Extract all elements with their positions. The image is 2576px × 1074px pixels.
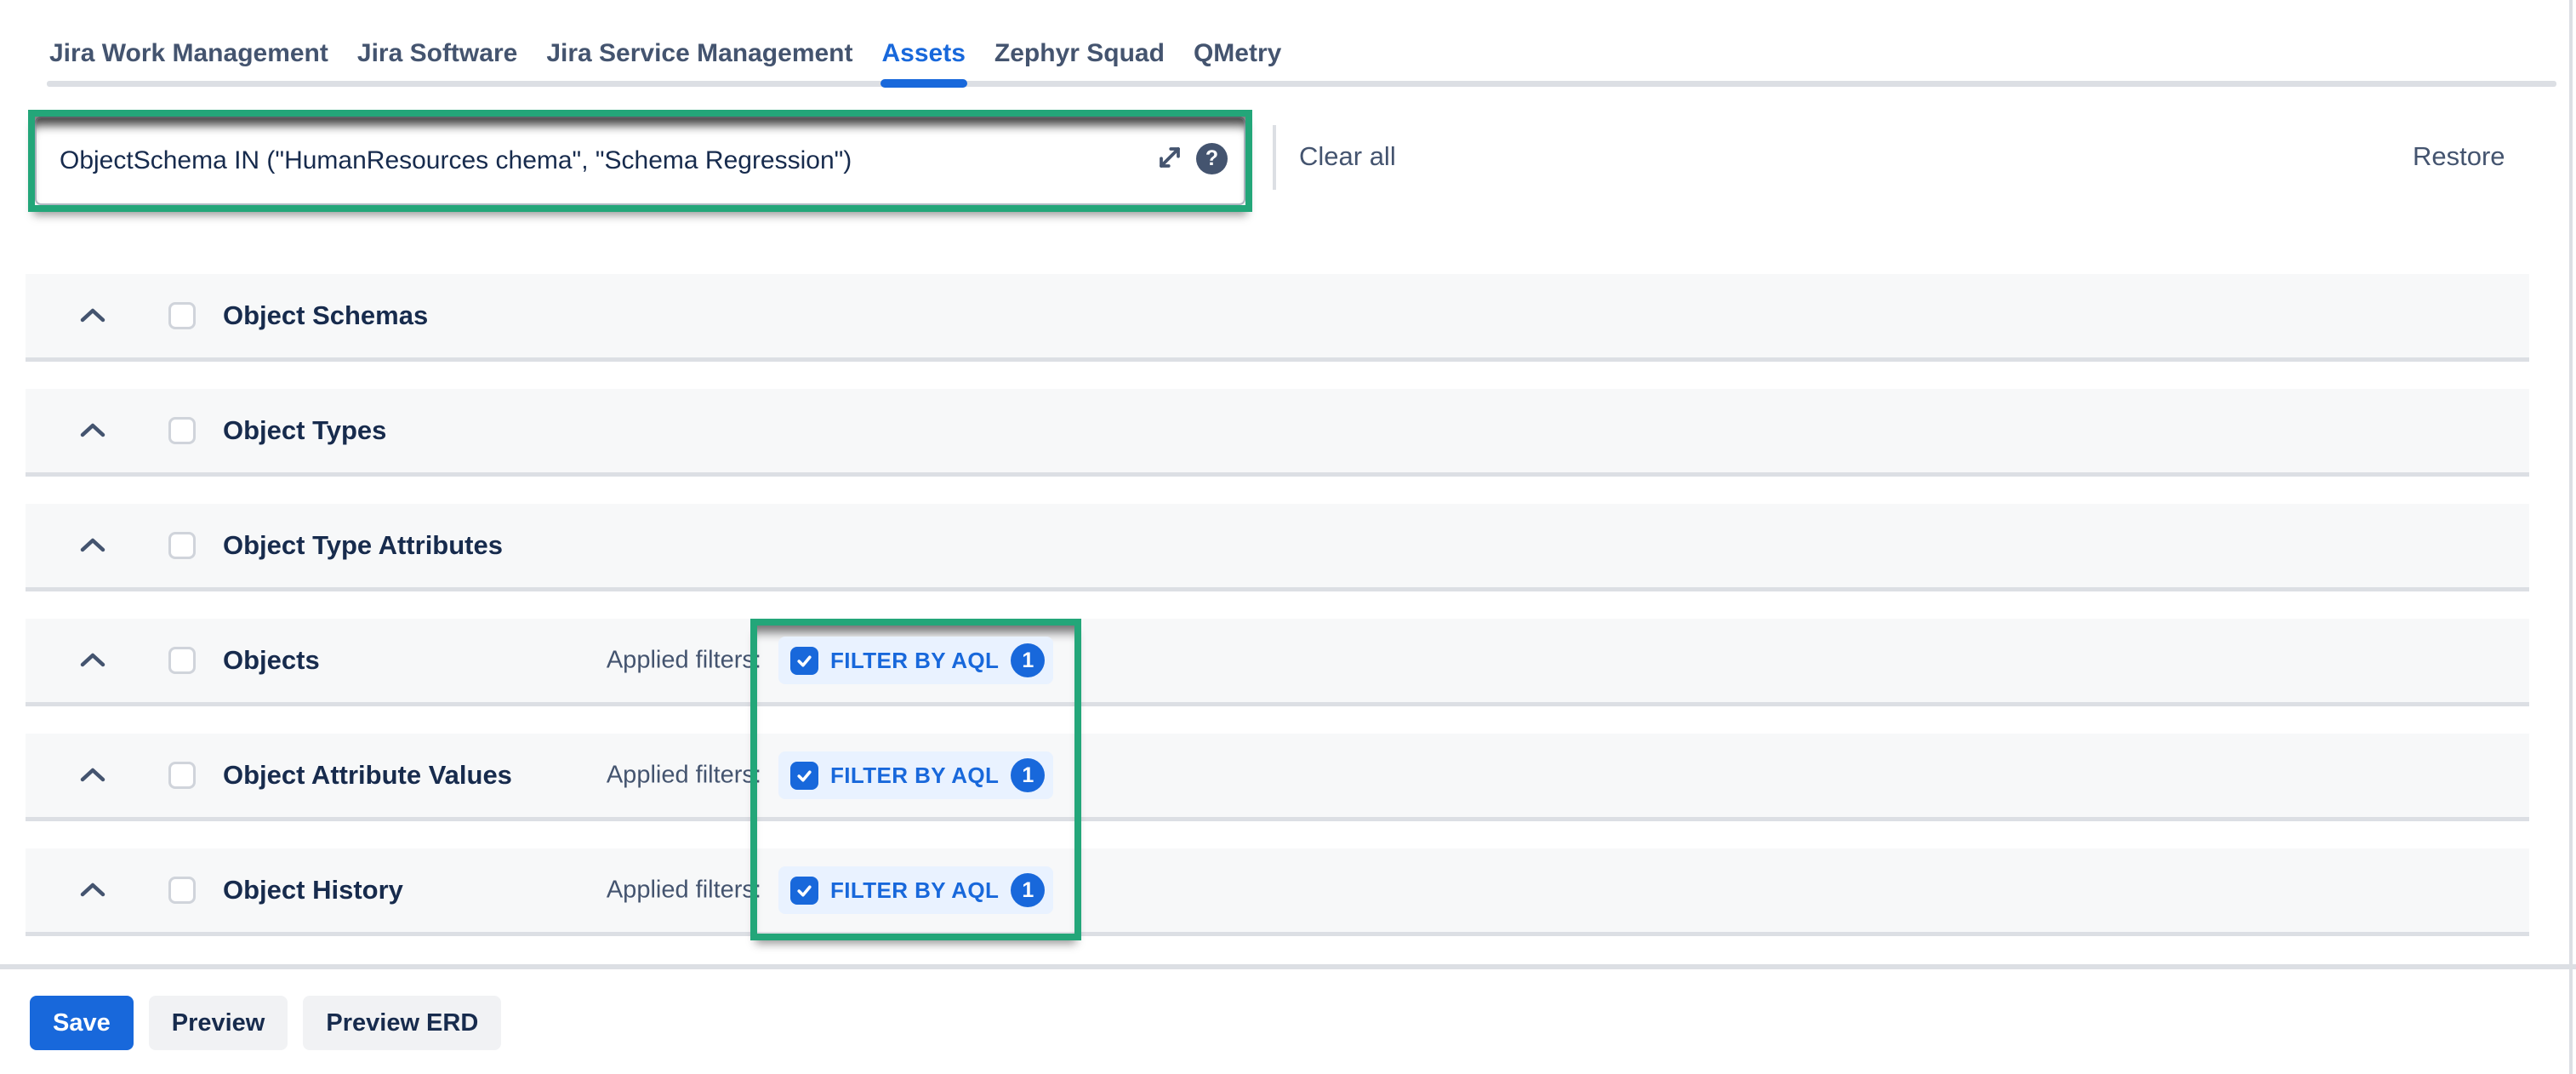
chip-label: FILTER BY AQL xyxy=(830,648,999,674)
expand-icon[interactable] xyxy=(1153,140,1187,174)
section-row-object-type-attributes: Object Type Attributes xyxy=(26,504,2529,591)
checkmark-icon xyxy=(795,882,813,900)
section-label: Object History xyxy=(223,875,403,905)
section-row-object-types: Object Types xyxy=(26,389,2529,477)
section-checkbox[interactable] xyxy=(168,417,196,444)
checkmark-icon xyxy=(795,652,813,670)
footer-divider xyxy=(0,964,2576,969)
section-checkbox[interactable] xyxy=(168,647,196,674)
collapse-chevron-icon[interactable] xyxy=(78,420,107,441)
chip-checked-checkbox[interactable] xyxy=(790,877,818,905)
chip-checked-checkbox[interactable] xyxy=(790,762,818,790)
section-label: Objects xyxy=(223,645,320,676)
restore-link[interactable]: Restore xyxy=(2413,141,2505,172)
chip-label: FILTER BY AQL xyxy=(830,763,999,789)
clear-all-link[interactable]: Clear all xyxy=(1299,141,1396,172)
aql-query-value: ObjectSchema IN ("HumanResources chema",… xyxy=(60,146,852,175)
filter-by-aql-chip[interactable]: FILTER BY AQL 1 xyxy=(778,866,1053,914)
tab-jira-work-management[interactable]: Jira Work Management xyxy=(49,37,328,89)
section-row-object-schemas: Object Schemas xyxy=(26,274,2529,362)
chip-label: FILTER BY AQL xyxy=(830,877,999,904)
section-checkbox[interactable] xyxy=(168,302,196,329)
connector-config-page: Jira Work Management Jira Software Jira … xyxy=(0,0,2576,1074)
applied-filters-label: Applied filters: xyxy=(485,762,761,790)
section-row-object-history: Object History Applied filters: FILTER B… xyxy=(26,848,2529,936)
section-label: Object Type Attributes xyxy=(223,530,503,561)
filter-by-aql-chip[interactable]: FILTER BY AQL 1 xyxy=(778,637,1053,684)
tab-assets[interactable]: Assets xyxy=(882,37,966,89)
preview-erd-button[interactable]: Preview ERD xyxy=(303,996,501,1050)
collapse-chevron-icon[interactable] xyxy=(78,880,107,900)
section-checkbox[interactable] xyxy=(168,532,196,559)
tab-qmetry[interactable]: QMetry xyxy=(1194,37,1281,89)
filter-by-aql-chip[interactable]: FILTER BY AQL 1 xyxy=(778,751,1053,799)
section-row-objects: Objects Applied filters: FILTER BY AQL 1 xyxy=(26,619,2529,706)
product-tab-bar: Jira Work Management Jira Software Jira … xyxy=(49,37,1281,89)
chip-count-badge: 1 xyxy=(1011,873,1045,907)
footer-actions: Save Preview Preview ERD xyxy=(30,996,501,1050)
collapse-chevron-icon[interactable] xyxy=(78,535,107,556)
aql-query-input[interactable]: ObjectSchema IN ("HumanResources chema",… xyxy=(35,117,1245,205)
save-button[interactable]: Save xyxy=(30,996,134,1050)
collapse-chevron-icon[interactable] xyxy=(78,306,107,326)
applied-filters-label: Applied filters: xyxy=(485,647,761,675)
applied-filters-label: Applied filters: xyxy=(485,877,761,905)
chip-count-badge: 1 xyxy=(1011,643,1045,677)
tab-zephyr-squad[interactable]: Zephyr Squad xyxy=(994,37,1165,89)
section-row-object-attribute-values: Object Attribute Values Applied filters:… xyxy=(26,734,2529,821)
section-label: Object Schemas xyxy=(223,300,428,331)
section-checkbox[interactable] xyxy=(168,762,196,789)
help-icon[interactable]: ? xyxy=(1196,143,1228,174)
section-label: Object Types xyxy=(223,415,386,446)
checkmark-icon xyxy=(795,767,813,785)
collapse-chevron-icon[interactable] xyxy=(78,650,107,671)
section-label: Object Attribute Values xyxy=(223,760,512,791)
chip-count-badge: 1 xyxy=(1011,758,1045,792)
preview-button[interactable]: Preview xyxy=(149,996,288,1050)
tab-jira-service-management[interactable]: Jira Service Management xyxy=(546,37,852,89)
chip-checked-checkbox[interactable] xyxy=(790,647,818,675)
panel-right-border xyxy=(2569,0,2573,1074)
collapse-chevron-icon[interactable] xyxy=(78,765,107,786)
tab-jira-software[interactable]: Jira Software xyxy=(357,37,517,89)
section-checkbox[interactable] xyxy=(168,877,196,904)
aql-bar-separator xyxy=(1273,125,1276,190)
